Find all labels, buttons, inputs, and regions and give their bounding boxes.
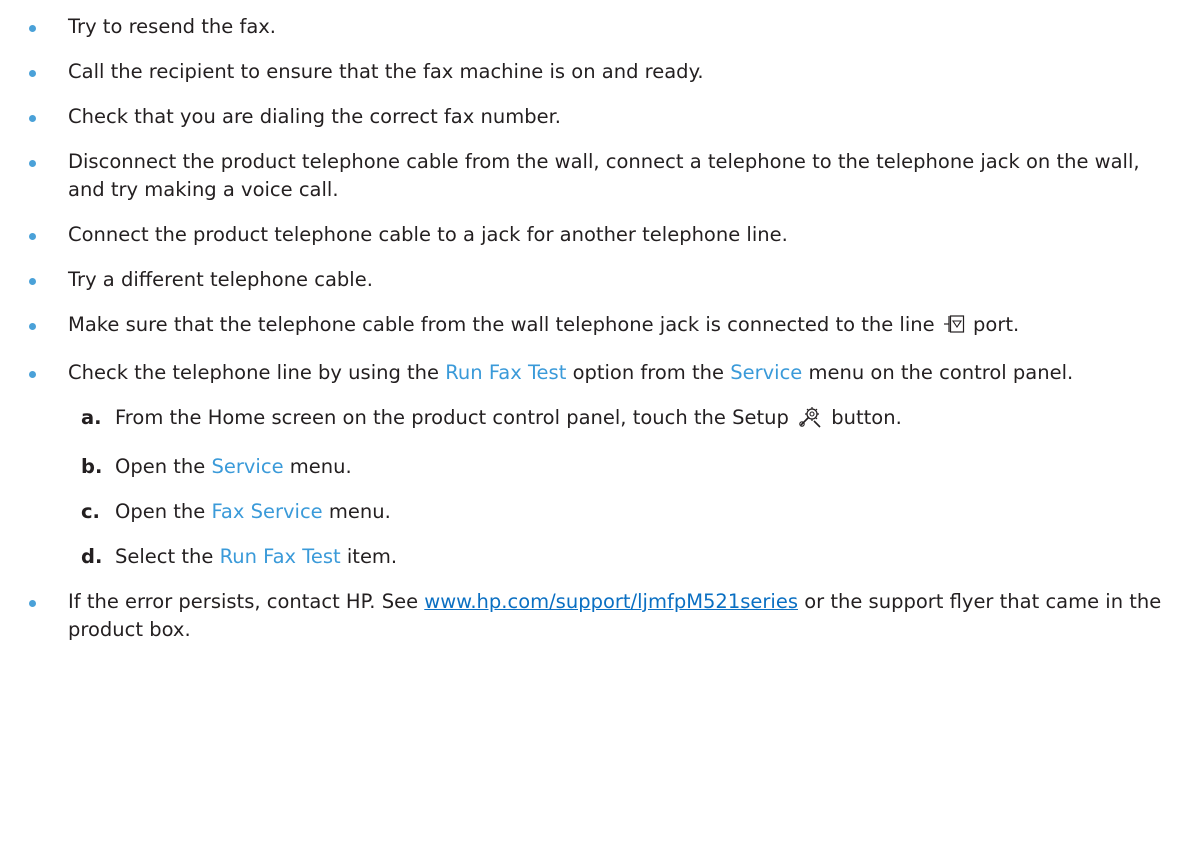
list-item: Check the telephone line by using the Ru…	[0, 359, 1183, 571]
item-text: If the error persists, contact HP. See	[68, 590, 419, 613]
step-text: menu.	[328, 500, 391, 523]
item-text: option from the	[572, 361, 725, 384]
step-letter: c.	[81, 500, 100, 523]
item-text: Call the recipient to ensure that the fa…	[68, 60, 704, 83]
item-text: Try to resend the fax.	[68, 15, 277, 38]
item-text: menu on the control panel.	[808, 361, 1074, 384]
bullet-icon	[29, 371, 36, 378]
item-text: Try a different telephone cable.	[68, 268, 373, 291]
item-text: Connect the product telephone cable to a…	[68, 223, 788, 246]
step-item: b. Open the Service menu.	[68, 453, 1177, 481]
item-text: Check that you are dialing the correct f…	[68, 105, 562, 128]
item-text: port.	[973, 313, 1020, 336]
bullet-icon	[29, 25, 36, 32]
menu-term-service: Service	[730, 361, 803, 384]
step-text: Open the	[115, 500, 206, 523]
line-port-icon	[943, 314, 965, 342]
list-item: Check that you are dialing the correct f…	[0, 103, 1183, 131]
menu-term-fax-service: Fax Service	[211, 500, 323, 523]
step-item: a. From the Home screen on the product c…	[68, 404, 1177, 436]
list-item: If the error persists, contact HP. See w…	[0, 588, 1183, 644]
menu-term-run-fax-test: Run Fax Test	[445, 361, 567, 384]
steps-list: a. From the Home screen on the product c…	[68, 404, 1177, 571]
bullet-icon	[29, 323, 36, 330]
list-item: Try a different telephone cable.	[0, 266, 1183, 294]
step-text: menu.	[289, 455, 352, 478]
support-link[interactable]: www.hp.com/support/ljmfpM521series	[424, 590, 798, 613]
list-item: Connect the product telephone cable to a…	[0, 221, 1183, 249]
bullet-icon	[29, 115, 36, 122]
step-item: d. Select the Run Fax Test item.	[68, 543, 1177, 571]
list-item: Try to resend the fax.	[0, 13, 1183, 41]
menu-term-run-fax-test: Run Fax Test	[219, 545, 341, 568]
bullet-icon	[29, 600, 36, 607]
list-item: Make sure that the telephone cable from …	[0, 311, 1183, 342]
list-item: Disconnect the product telephone cable f…	[0, 148, 1183, 204]
bullet-icon	[29, 70, 36, 77]
step-letter: b.	[81, 455, 103, 478]
step-letter: a.	[81, 406, 102, 429]
step-text: Open the	[115, 455, 206, 478]
item-text: Disconnect the product telephone cable f…	[68, 150, 1140, 201]
step-item: c. Open the Fax Service menu.	[68, 498, 1177, 526]
menu-term-service: Service	[211, 455, 284, 478]
step-text: Select the	[115, 545, 214, 568]
item-text: Check the telephone line by using the	[68, 361, 440, 384]
document-page: Try to resend the fax. Call the recipien…	[0, 0, 1183, 858]
step-letter: d.	[81, 545, 103, 568]
bullet-icon	[29, 278, 36, 285]
setup-icon	[798, 406, 822, 436]
step-text: item.	[346, 545, 398, 568]
step-text: button.	[831, 406, 902, 429]
bullet-icon	[29, 160, 36, 167]
bullet-icon	[29, 233, 36, 240]
troubleshooting-list: Try to resend the fax. Call the recipien…	[0, 13, 1183, 661]
step-text: From the Home screen on the product cont…	[115, 406, 789, 429]
list-item: Call the recipient to ensure that the fa…	[0, 58, 1183, 86]
item-text: Make sure that the telephone cable from …	[68, 313, 935, 336]
